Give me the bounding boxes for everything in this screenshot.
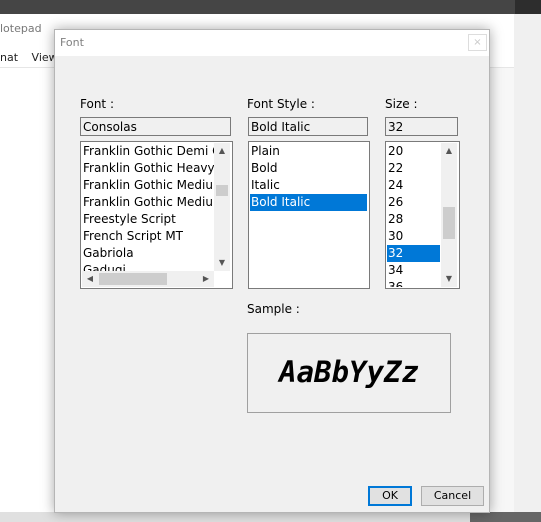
- size-list-item[interactable]: 24: [387, 177, 440, 194]
- style-list-item[interactable]: Bold: [250, 160, 367, 177]
- scroll-thumb[interactable]: [99, 273, 167, 285]
- font-style-field[interactable]: Bold Italic: [248, 117, 368, 136]
- notepad-edge: [488, 68, 514, 518]
- size-list-item[interactable]: 30: [387, 228, 440, 245]
- scroll-thumb[interactable]: [216, 185, 228, 196]
- font-style-listbox[interactable]: Plain Bold Italic Bold Italic: [248, 141, 370, 289]
- menu-format[interactable]: nat: [0, 51, 18, 64]
- notepad-title: lotepad: [0, 22, 42, 35]
- size-label: Size :: [385, 97, 418, 111]
- chevron-down-icon[interactable]: ▼: [214, 255, 230, 271]
- size-list-item[interactable]: 34: [387, 262, 440, 279]
- chevron-up-icon[interactable]: ▲: [214, 143, 230, 159]
- chevron-down-icon[interactable]: ▼: [441, 271, 457, 287]
- font-vertical-scrollbar[interactable]: ▲ ▼: [214, 143, 230, 271]
- font-list-item[interactable]: French Script MT: [82, 228, 214, 245]
- dialog-titlebar: Font ×: [55, 30, 489, 56]
- style-list-item[interactable]: Italic: [250, 177, 367, 194]
- chevron-left-icon[interactable]: ◀: [82, 271, 98, 287]
- sample-label: Sample :: [247, 302, 300, 316]
- sample-preview: AaBbYyZz: [247, 333, 451, 413]
- font-list-item[interactable]: Franklin Gothic Medium: [82, 177, 214, 194]
- size-list-item[interactable]: 36: [387, 279, 440, 287]
- font-list-item[interactable]: Franklin Gothic Demi Cond: [82, 143, 214, 160]
- dialog-title: Font: [60, 36, 84, 49]
- size-list-item[interactable]: 22: [387, 160, 440, 177]
- font-style-label: Font Style :: [247, 97, 315, 111]
- font-list-item[interactable]: Gadugi: [82, 262, 214, 271]
- font-list-item[interactable]: Freestyle Script: [82, 211, 214, 228]
- desktop-top-bar: [0, 0, 541, 14]
- size-list-item[interactable]: 20: [387, 143, 440, 160]
- ok-button[interactable]: OK: [368, 486, 412, 506]
- desktop-corner: [515, 0, 541, 14]
- close-icon[interactable]: ×: [468, 34, 487, 51]
- size-list-item-selected[interactable]: 32: [387, 245, 440, 262]
- cancel-button[interactable]: Cancel: [421, 486, 484, 506]
- size-list-item[interactable]: 28: [387, 211, 440, 228]
- font-label: Font :: [80, 97, 114, 111]
- chevron-up-icon[interactable]: ▲: [441, 143, 457, 159]
- font-horizontal-scrollbar[interactable]: ◀ ▶: [82, 271, 214, 287]
- font-list-item[interactable]: Franklin Gothic Heavy: [82, 160, 214, 177]
- style-list-item[interactable]: Plain: [250, 143, 367, 160]
- size-field[interactable]: 32: [385, 117, 458, 136]
- size-vertical-scrollbar[interactable]: ▲ ▼: [441, 143, 457, 287]
- sample-text: AaBbYyZz: [279, 355, 419, 389]
- taskbar-edge: [0, 512, 541, 522]
- font-listbox[interactable]: Franklin Gothic Demi Cond Franklin Gothi…: [80, 141, 233, 289]
- size-list-item[interactable]: 26: [387, 194, 440, 211]
- font-dialog: Font × Font : Consolas Franklin Gothic D…: [54, 29, 490, 513]
- taskbar-corner: [470, 512, 541, 522]
- scroll-thumb[interactable]: [443, 207, 455, 239]
- font-list-item[interactable]: Franklin Gothic Medium Cond: [82, 194, 214, 211]
- font-list-item[interactable]: Gabriola: [82, 245, 214, 262]
- style-list-item-selected[interactable]: Bold Italic: [250, 194, 367, 211]
- chevron-right-icon[interactable]: ▶: [198, 271, 214, 287]
- font-name-field[interactable]: Consolas: [80, 117, 231, 136]
- size-listbox[interactable]: 20 22 24 26 28 30 32 34 36 ▲ ▼: [385, 141, 460, 289]
